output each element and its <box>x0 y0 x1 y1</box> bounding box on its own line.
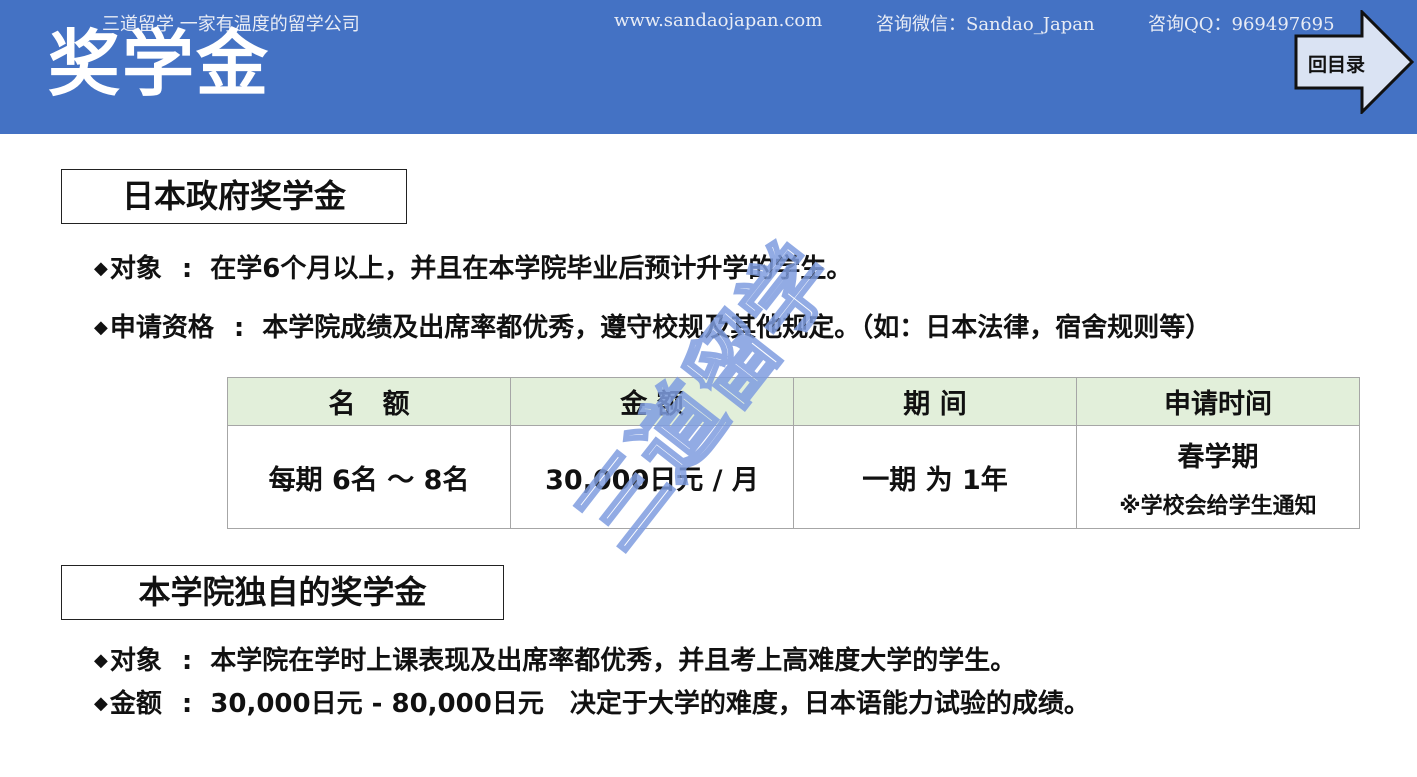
table-cell-quota: 每期 6名 ～ 8名 <box>227 425 511 529</box>
bullet-label: 金额 <box>109 689 162 719</box>
diamond-bullet-icon: ◆ <box>94 693 108 714</box>
table-header-period: 期 间 <box>793 377 1077 426</box>
diamond-bullet-icon: ◆ <box>94 317 108 338</box>
bullet-label: 对象 <box>109 646 162 676</box>
website-link[interactable]: www.sandaojapan.com <box>614 10 822 31</box>
header-banner: 三道留学 一家有温度的留学公司 www.sandaojapan.com 咨询微信… <box>0 0 1417 134</box>
diamond-bullet-icon: ◆ <box>94 650 108 671</box>
section-heading-government: 日本政府奖学金 <box>61 169 407 224</box>
bullet-text: 在学6个月以上，并且在本学院毕业后预计升学的学生。 <box>210 254 853 284</box>
table-header-row: 名 额 金 额 期 间 申请时间 <box>227 377 1360 426</box>
bullet-eligibility-government: ◆申请资格: 本学院成绩及出席率都优秀，遵守校规及其他规定。（如：日本法律，宿舍规… <box>94 313 1212 343</box>
table-row: 每期 6名 ～ 8名 30,000日元 / 月 一期 为 1年 春学期 ※学校会… <box>227 425 1360 529</box>
bullet-text: 本学院在学时上课表现及出席率都优秀，并且考上高难度大学的学生。 <box>210 646 1017 676</box>
table-header-apply-time: 申请时间 <box>1076 377 1360 426</box>
table-header-amount: 金 额 <box>510 377 794 426</box>
table-cell-period: 一期 为 1年 <box>793 425 1077 529</box>
bullet-target-school: ◆对象: 本学院在学时上课表现及出席率都优秀，并且考上高难度大学的学生。 <box>94 646 1017 676</box>
bullet-text: 本学院成绩及出席率都优秀，遵守校规及其他规定。（如：日本法律，宿舍规则等） <box>262 313 1212 343</box>
table-cell-amount: 30,000日元 / 月 <box>510 425 794 529</box>
back-button-label: 回目录 <box>1308 54 1366 76</box>
back-to-contents-button[interactable]: 回目录 <box>1292 10 1416 114</box>
bullet-text: 30,000日元 - 80,000日元 决定于大学的难度，日本语能力试验的成绩。 <box>210 689 1090 719</box>
apply-term: 春学期 <box>1177 441 1259 473</box>
bullet-target-government: ◆对象: 在学6个月以上，并且在本学院毕业后预计升学的学生。 <box>94 254 853 284</box>
table-header-quota: 名 额 <box>227 377 511 426</box>
government-scholarship-table: 名 额 金 额 期 间 申请时间 每期 6名 ～ 8名 30,000日元 / 月… <box>227 377 1360 529</box>
page-title: 奖学金 <box>48 22 271 106</box>
bullet-amount-school: ◆金额:30,000日元 - 80,000日元 决定于大学的难度，日本语能力试验… <box>94 689 1090 719</box>
apply-note: ※学校会给学生通知 <box>1119 493 1317 519</box>
wechat-contact: 咨询微信：Sandao_Japan <box>876 14 1095 35</box>
section-heading-school: 本学院独自的奖学金 <box>61 565 504 620</box>
diamond-bullet-icon: ◆ <box>94 258 108 279</box>
bullet-label: 申请资格 <box>109 313 214 343</box>
table-cell-apply-time: 春学期 ※学校会给学生通知 <box>1076 425 1360 529</box>
bullet-label: 对象 <box>109 254 162 284</box>
